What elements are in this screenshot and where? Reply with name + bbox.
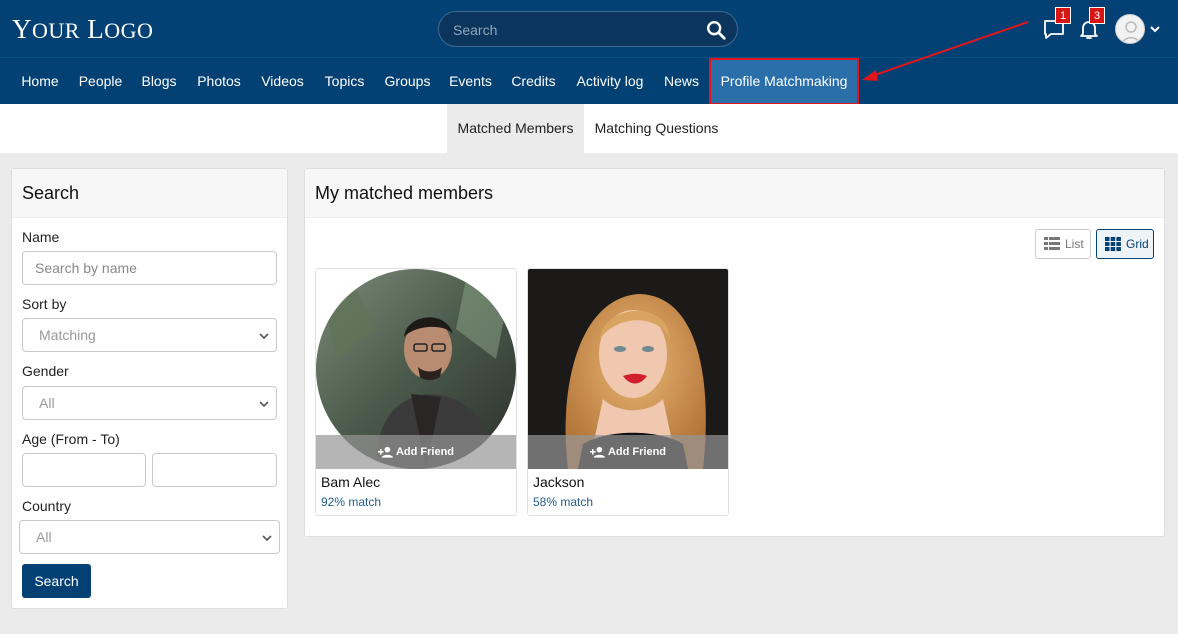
member-name[interactable]: Jackson [533,474,584,490]
nav-item-news[interactable]: News [655,58,708,104]
logo-text: Y [12,14,32,44]
nav-item-activity-log[interactable]: Activity log [567,58,653,104]
nav-item-people[interactable]: People [71,58,130,104]
global-search [438,11,738,47]
age-from-input[interactable] [22,453,146,487]
notifications-badge: 3 [1089,7,1105,24]
member-name[interactable]: Bam Alec [321,474,380,490]
gender-select-value: All [39,395,55,411]
nav-item-blogs[interactable]: Blogs [132,58,186,104]
gender-select[interactable]: All [22,386,277,420]
messages-badge: 1 [1055,7,1071,24]
main-nav: Home People Blogs Photos Videos Topics G… [0,57,1178,104]
add-friend-label: Add Friend [396,446,454,458]
age-label: Age (From - To) [22,431,120,447]
add-friend-button[interactable]: Add Friend [316,435,516,469]
add-friend-button[interactable]: Add Friend [528,435,728,469]
country-select-value: All [36,529,52,545]
country-select[interactable]: All [19,520,280,554]
nav-item-credits[interactable]: Credits [502,58,565,104]
match-percent: 92% match [321,495,381,509]
nav-item-topics[interactable]: Topics [315,58,374,104]
add-friend-label: Add Friend [608,446,666,458]
age-to-input[interactable] [152,453,277,487]
sort-select[interactable]: Matching [22,318,277,352]
sort-label: Sort by [22,296,66,312]
site-logo[interactable]: YOUR LOGO [12,14,153,45]
chevron-down-icon [261,532,273,544]
list-view-button[interactable]: List [1035,229,1091,259]
subtab-bar: Matched Members Matching Questions [0,104,1178,153]
search-icon[interactable] [705,19,727,41]
search-panel: Search Name Sort by Matching Gender All … [11,168,288,609]
name-search-input[interactable] [22,251,277,285]
member-card[interactable]: Add Friend Bam Alec 92% match [315,268,517,516]
grid-view-button[interactable]: Grid [1096,229,1154,259]
search-button[interactable]: Search [22,564,91,598]
search-panel-title: Search [12,169,287,218]
add-user-icon [590,446,605,458]
nav-item-home[interactable]: Home [11,58,69,104]
user-avatar[interactable] [1115,14,1145,44]
list-view-label: List [1065,230,1084,258]
nav-item-events[interactable]: Events [441,58,500,104]
nav-item-profile-matchmaking[interactable]: Profile Matchmaking [709,58,859,105]
user-silhouette-icon [1116,15,1145,44]
chevron-down-icon [258,398,270,410]
grid-view-label: Grid [1126,230,1149,258]
chevron-down-icon[interactable] [1149,23,1161,35]
tab-matched-members[interactable]: Matched Members [447,104,584,153]
nav-item-photos[interactable]: Photos [188,58,250,104]
member-card[interactable]: Add Friend Jackson 58% match [527,268,729,516]
top-header: YOUR LOGO 1 3 [0,0,1178,57]
gender-label: Gender [22,363,69,379]
nav-item-videos[interactable]: Videos [252,58,313,104]
chevron-down-icon [258,330,270,342]
tab-matching-questions[interactable]: Matching Questions [584,104,729,153]
grid-icon [1105,237,1121,251]
match-percent: 58% match [533,495,593,509]
matched-members-panel: My matched members List Grid [304,168,1165,537]
logo-text: OGO [104,18,153,43]
add-user-icon [378,446,393,458]
country-label: Country [22,498,71,514]
logo-text: L [87,14,104,44]
results-title: My matched members [305,169,1164,218]
list-icon [1044,237,1060,251]
sort-select-value: Matching [39,327,96,343]
logo-text: OUR [32,18,80,43]
name-label: Name [22,229,59,245]
nav-item-groups[interactable]: Groups [376,58,439,104]
global-search-input[interactable] [453,20,693,40]
